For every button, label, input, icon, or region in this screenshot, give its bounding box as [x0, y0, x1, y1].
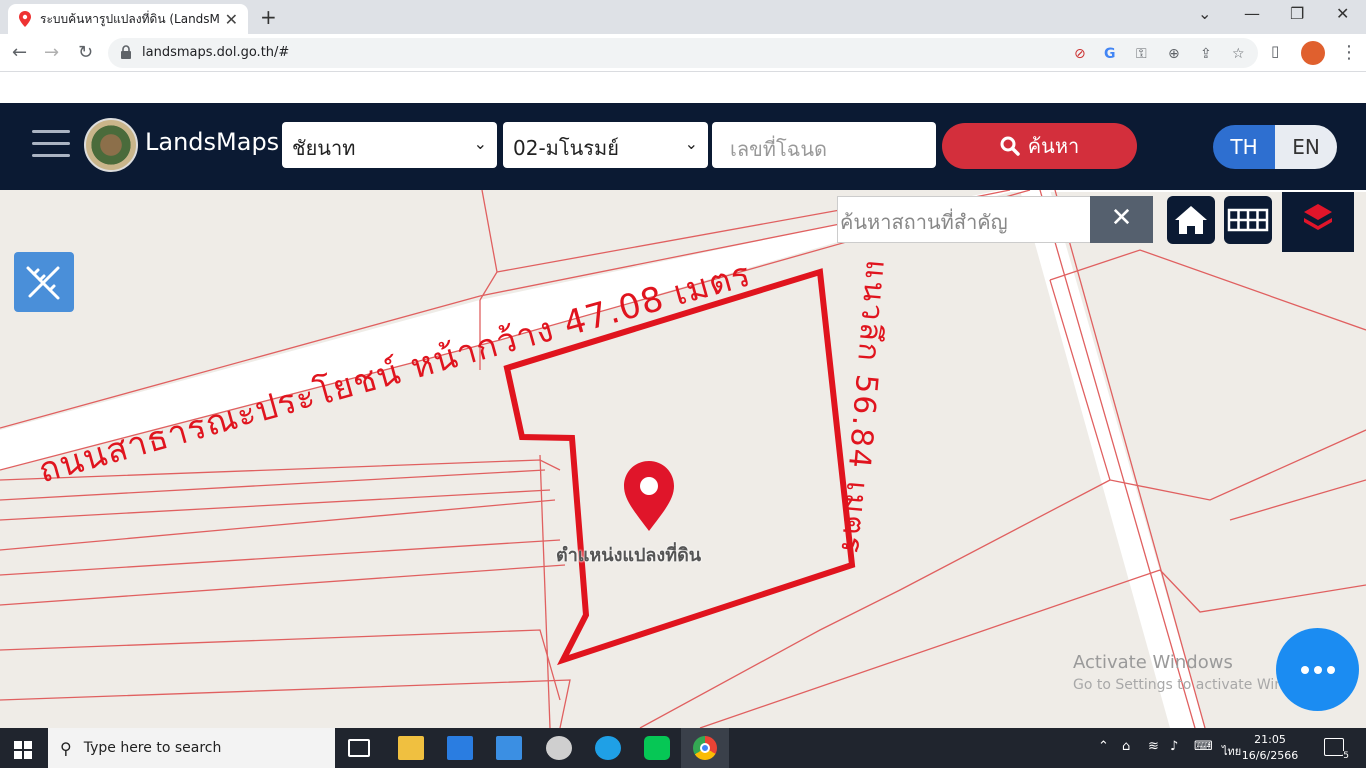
dot-icon [1313, 665, 1322, 674]
parcel-marker-pin [624, 461, 674, 531]
reload-icon[interactable]: ↻ [78, 42, 93, 63]
layers-button[interactable] [1282, 192, 1354, 252]
forward-icon[interactable]: → [44, 42, 59, 63]
lang-en-button[interactable]: EN [1275, 125, 1337, 169]
clear-search-button[interactable]: ✕ [1090, 196, 1153, 243]
chevron-down-icon: ⌄ [684, 134, 698, 153]
dot-icon [1326, 665, 1335, 674]
page-top-spacer [0, 72, 1366, 103]
road-area [1020, 190, 1205, 728]
district-select[interactable]: 02-มโนรมย์ ⌄ [503, 122, 708, 168]
pencil-ruler-icon [26, 266, 60, 300]
address-bar[interactable]: landsmaps.dol.go.th/# ⊘ G ⚿ ⊕ ⇪ ☆ [108, 38, 1258, 68]
language-indicator[interactable]: ไทย [1222, 742, 1241, 760]
dot-icon [1300, 665, 1309, 674]
chrome-icon [693, 736, 717, 760]
key-icon[interactable]: ⚿ [1136, 46, 1147, 62]
windows-start-icon[interactable] [14, 741, 32, 759]
taskbar-clock[interactable]: 21:05 16/6/2566 [1240, 732, 1300, 764]
taskbar-search-placeholder: Type here to search [83, 740, 222, 756]
clock-date: 16/6/2566 [1241, 749, 1299, 762]
activate-windows-title: Activate Windows [1073, 652, 1233, 673]
tab-close-icon[interactable]: ✕ [225, 10, 238, 29]
store-icon[interactable] [447, 736, 473, 760]
star-icon[interactable]: ☆ [1232, 46, 1245, 62]
input-method-icon[interactable]: ⌨ [1194, 739, 1213, 754]
lock-icon [121, 45, 131, 59]
home-button[interactable] [1167, 196, 1215, 244]
new-tab-button[interactable]: + [260, 5, 277, 29]
notification-count: 5 [1343, 751, 1349, 761]
file-explorer-icon[interactable] [398, 736, 424, 760]
tab-search-icon[interactable]: ⌄ [1198, 4, 1211, 23]
search-icon: ⚲ [60, 738, 72, 758]
province-select[interactable]: ชัยนาท ⌄ [282, 122, 497, 168]
share-icon[interactable]: ⇪ [1200, 46, 1212, 62]
search-icon [1000, 136, 1020, 156]
chrome-taskbar-active[interactable] [681, 728, 729, 768]
side-panel-icon[interactable]: ▯ [1271, 42, 1279, 60]
more-options-button[interactable] [1276, 628, 1359, 711]
back-icon[interactable]: ← [12, 42, 27, 63]
marker-label: ตำแหน่งแปลงที่ดิน [556, 545, 702, 566]
layers-icon [1304, 204, 1332, 230]
place-search-input[interactable]: ค้นหาสถานที่สำคัญ [837, 196, 1091, 243]
browser-tab[interactable]: ระบบค้นหารูปแปลงที่ดิน (LandsMaps ✕ [8, 4, 248, 34]
search-button-label: ค้นหา [1027, 134, 1080, 158]
network-icon[interactable]: ≋ [1148, 739, 1159, 754]
browser-tab-bar: ระบบค้นหารูปแปลงที่ดิน (LandsMaps ✕ + ⌄ … [0, 0, 1366, 34]
brand-title: LandsMaps [145, 128, 280, 156]
search-button[interactable]: ค้นหา [942, 123, 1137, 169]
profile-avatar[interactable] [1301, 41, 1325, 65]
location-pin-icon [19, 11, 31, 27]
minimize-button[interactable]: — [1244, 4, 1260, 23]
url-text: landsmaps.dol.go.th/# [142, 45, 290, 60]
close-window-button[interactable]: ✕ [1336, 4, 1349, 23]
meet-now-icon[interactable]: ⌂ [1122, 739, 1130, 754]
hamburger-menu-icon[interactable] [32, 130, 70, 166]
grid-button[interactable] [1224, 196, 1272, 244]
task-view-icon[interactable] [348, 739, 370, 757]
chevron-down-icon: ⌄ [473, 134, 487, 153]
snip-tool-icon[interactable] [546, 736, 572, 760]
blocked-icon[interactable]: ⊘ [1074, 46, 1086, 62]
clock-time: 21:05 [1254, 733, 1286, 746]
lang-th-button[interactable]: TH [1213, 125, 1275, 169]
zoom-icon[interactable]: ⊕ [1168, 46, 1180, 62]
google-translate-icon[interactable]: G [1104, 46, 1116, 62]
map-canvas[interactable]: ถนนสาธารณะประโยชน์ หน้ากว้าง 47.08 เมตร … [0, 190, 1366, 728]
deed-number-input[interactable]: เลขที่โฉนด [712, 122, 936, 168]
restore-button[interactable]: ❐ [1290, 4, 1304, 23]
browser-toolbar: ← → ↻ landsmaps.dol.go.th/# ⊘ G ⚿ ⊕ ⇪ ☆ … [0, 34, 1366, 72]
volume-icon[interactable]: ♪ [1170, 739, 1178, 754]
draw-tool-button[interactable] [14, 252, 74, 312]
menu-icon[interactable]: ⋮ [1340, 42, 1358, 63]
tab-title: ระบบค้นหารูปแปลงที่ดิน (LandsMaps [40, 11, 220, 26]
line-app-icon[interactable] [644, 736, 670, 760]
dol-logo [84, 118, 138, 172]
notification-icon[interactable]: 5 [1324, 738, 1349, 761]
taskbar-search[interactable]: ⚲ Type here to search [48, 728, 335, 768]
province-value: ชัยนาท [292, 136, 356, 160]
home-icon [1175, 206, 1207, 234]
district-value: 02-มโนรมย์ [513, 136, 619, 160]
edge-icon[interactable] [595, 736, 621, 760]
mail-icon[interactable] [496, 736, 522, 760]
tray-expand-icon[interactable]: ⌃ [1098, 739, 1109, 754]
grid-icon [1227, 208, 1269, 232]
